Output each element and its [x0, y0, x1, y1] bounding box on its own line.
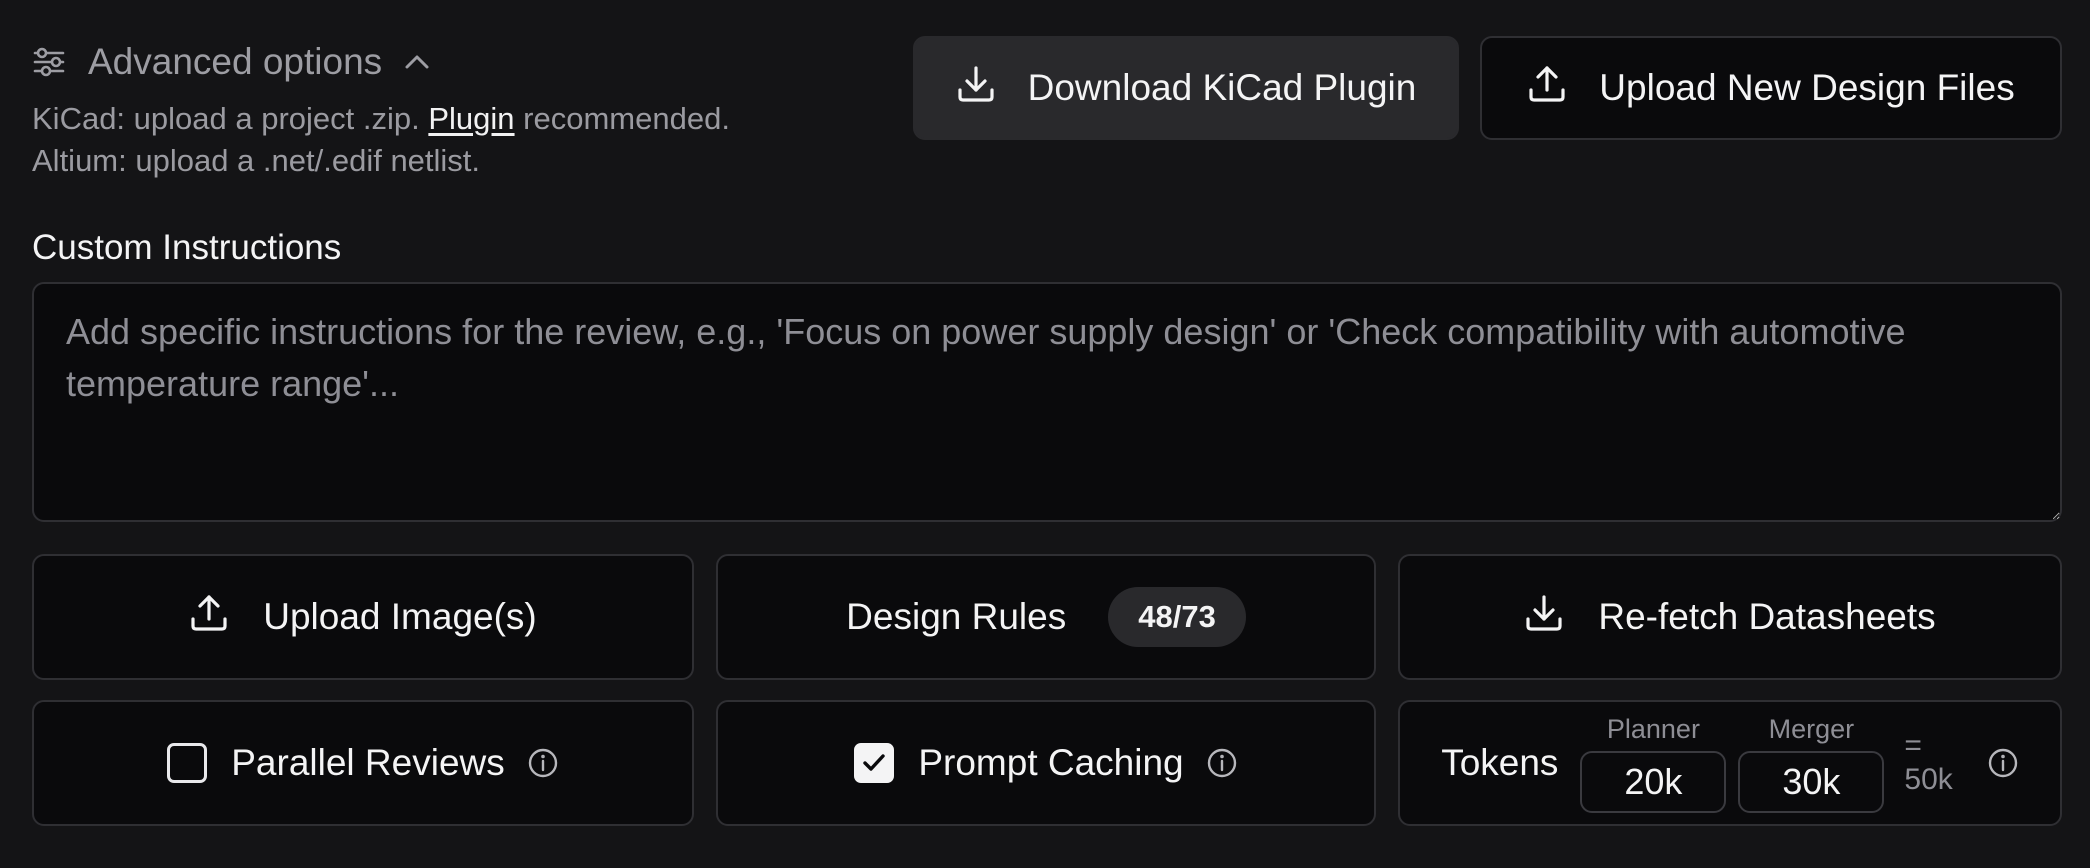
- parallel-reviews-checkbox[interactable]: [167, 743, 208, 783]
- plugin-link[interactable]: Plugin: [428, 101, 514, 136]
- merger-token-input[interactable]: [1738, 750, 1885, 813]
- kicad-hint-suffix: recommended.: [523, 101, 730, 136]
- kicad-hint-text: KiCad: upload a project .zip.: [32, 101, 420, 136]
- upload-design-files-label: Upload New Design Files: [1599, 67, 2015, 108]
- merger-label: Merger: [1768, 713, 1855, 744]
- token-total: = 50k: [1904, 729, 1952, 798]
- design-rules-count-badge: 48/73: [1108, 587, 1246, 647]
- refetch-datasheets-button[interactable]: Re-fetch Datasheets: [1398, 554, 2062, 680]
- download-icon: [956, 64, 996, 113]
- tokens-panel: Tokens Planner Merger = 50k: [1398, 700, 2062, 826]
- parallel-reviews-option: Parallel Reviews: [32, 700, 694, 826]
- token-total-value: 50k: [1904, 763, 1953, 796]
- info-icon[interactable]: [1987, 747, 2019, 779]
- download-kicad-plugin-label: Download KiCad Plugin: [1027, 67, 1417, 108]
- upload-icon: [189, 593, 229, 642]
- check-icon: [863, 754, 886, 771]
- sliders-icon: [32, 45, 66, 79]
- custom-instructions-textarea[interactable]: [32, 282, 2062, 522]
- download-kicad-plugin-button[interactable]: Download KiCad Plugin: [913, 36, 1459, 140]
- tokens-label: Tokens: [1441, 742, 1559, 783]
- planner-label: Planner: [1606, 713, 1700, 744]
- refetch-datasheets-label: Re-fetch Datasheets: [1598, 596, 1936, 637]
- parallel-reviews-label: Parallel Reviews: [231, 742, 505, 783]
- upload-icon: [1527, 64, 1567, 113]
- kicad-hint: KiCad: upload a project .zip. Plugin rec…: [32, 100, 730, 137]
- altium-hint: Altium: upload a .net/.edif netlist.: [32, 143, 481, 178]
- info-icon[interactable]: [527, 747, 559, 779]
- planner-token-group: Planner: [1580, 713, 1727, 813]
- merger-token-group: Merger: [1738, 713, 1885, 813]
- equals-sign: =: [1904, 728, 1922, 762]
- custom-instructions-label: Custom Instructions: [32, 228, 342, 267]
- prompt-caching-label: Prompt Caching: [918, 742, 1184, 783]
- planner-token-input[interactable]: [1580, 750, 1727, 813]
- prompt-caching-option: Prompt Caching: [716, 700, 1376, 826]
- design-rules-label: Design Rules: [846, 596, 1067, 637]
- info-icon[interactable]: [1206, 747, 1238, 779]
- upload-images-button[interactable]: Upload Image(s): [32, 554, 694, 680]
- design-rules-button[interactable]: Design Rules 48/73: [716, 554, 1376, 680]
- chevron-up-icon: [404, 53, 430, 71]
- download-icon: [1524, 593, 1564, 642]
- prompt-caching-checkbox[interactable]: [854, 743, 895, 783]
- advanced-options-toggle[interactable]: Advanced options: [32, 38, 430, 86]
- advanced-options-label: Advanced options: [88, 41, 383, 82]
- upload-design-files-button[interactable]: Upload New Design Files: [1480, 36, 2062, 140]
- upload-images-label: Upload Image(s): [263, 596, 537, 637]
